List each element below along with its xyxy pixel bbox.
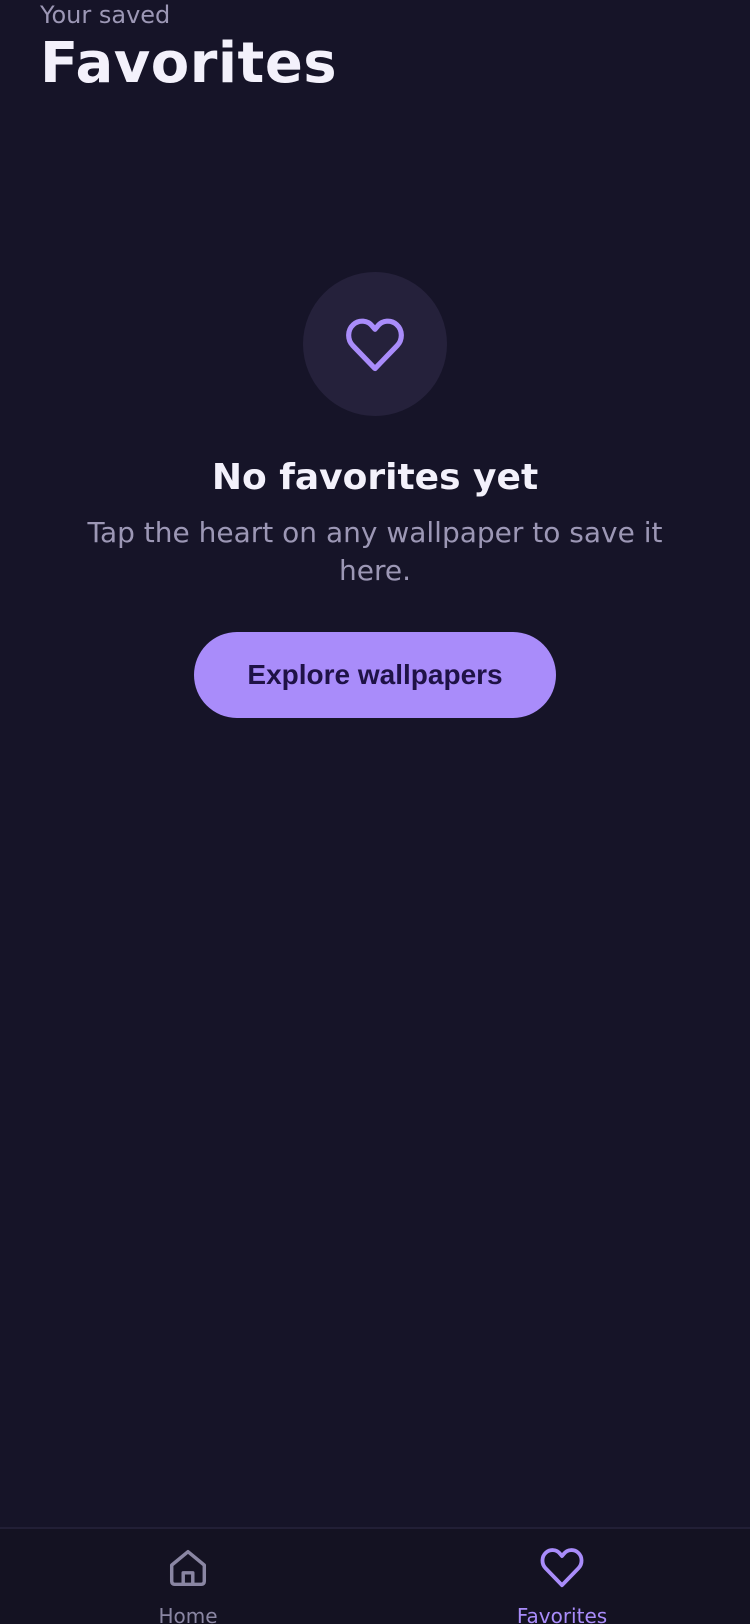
explore-wallpapers-button[interactable]: Explore wallpapers bbox=[194, 632, 556, 718]
empty-state-icon-circle bbox=[303, 272, 447, 416]
nav-label-favorites: Favorites bbox=[516, 1604, 608, 1624]
bottom-nav: Home Favorites bbox=[0, 1527, 750, 1624]
empty-state: No favorites yet Tap the heart on any wa… bbox=[0, 272, 750, 718]
empty-state-title: No favorites yet bbox=[211, 457, 539, 498]
page-title: Favorites bbox=[40, 31, 338, 96]
heart-icon bbox=[540, 1548, 584, 1588]
empty-state-description: Tap the heart on any wallpaper to save i… bbox=[87, 516, 663, 587]
nav-item-favorites[interactable]: Favorites bbox=[472, 1545, 652, 1624]
nav-label-home: Home bbox=[158, 1604, 218, 1624]
favorites-screen: Your saved Favorites No favorites yet Ta… bbox=[0, 0, 750, 1624]
nav-item-home[interactable]: Home bbox=[98, 1545, 278, 1624]
heart-icon bbox=[346, 318, 404, 372]
page-subtitle: Your saved bbox=[40, 1, 171, 29]
page-header: Your saved Favorites bbox=[40, 0, 337, 96]
home-icon bbox=[169, 1549, 207, 1587]
